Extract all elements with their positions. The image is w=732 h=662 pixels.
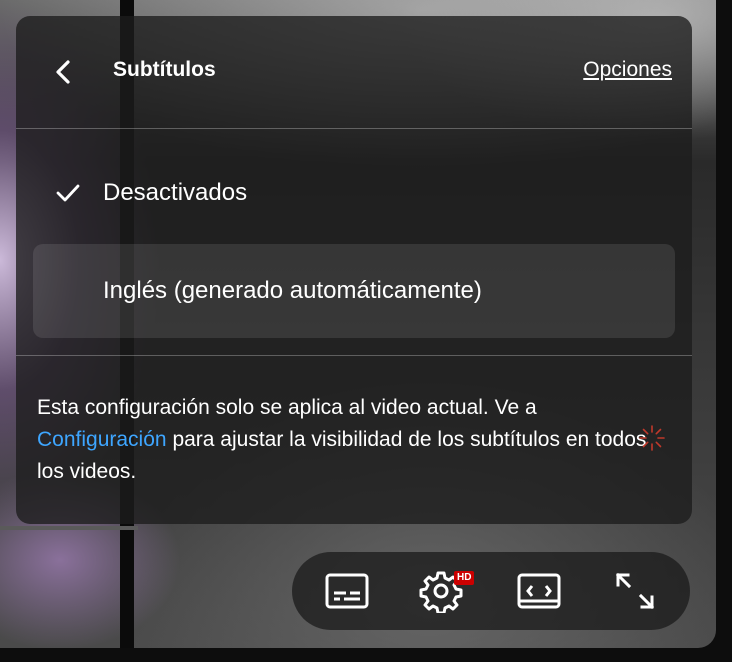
fullscreen-icon <box>615 572 655 610</box>
fullscreen-button[interactable] <box>612 569 658 613</box>
menu-item-english-auto[interactable]: Inglés (generado automáticamente) <box>33 244 675 338</box>
info-text: Esta configuración solo se aplica al vid… <box>37 392 677 488</box>
settings-link[interactable]: Configuración <box>37 428 167 451</box>
divider <box>16 355 692 356</box>
menu-item-off[interactable]: Desactivados <box>33 146 675 242</box>
menu-item-label: Desactivados <box>103 179 248 206</box>
menu-title: Subtítulos <box>113 58 216 81</box>
options-link[interactable]: Opciones <box>583 58 672 82</box>
subtitles-button[interactable] <box>324 569 370 613</box>
hd-badge: HD <box>454 571 475 585</box>
progress-bar[interactable] <box>0 526 138 530</box>
menu-item-label: Inglés (generado automáticamente) <box>103 277 482 304</box>
menu-header: Subtítulos Opciones <box>16 16 692 129</box>
info-text-before: Esta configuración solo se aplica al vid… <box>37 396 537 419</box>
theater-mode-button[interactable] <box>516 569 562 613</box>
subtitles-icon <box>325 573 369 609</box>
loading-spinner-icon <box>639 425 665 451</box>
chevron-left-icon <box>56 60 70 84</box>
subtitles-menu-panel: Subtítulos Opciones Desactivados Inglés … <box>16 16 692 524</box>
theater-mode-icon <box>517 573 561 609</box>
settings-button[interactable]: HD <box>418 569 475 615</box>
checkmark-icon <box>56 184 80 202</box>
back-button[interactable] <box>50 58 78 86</box>
player-controls: HD <box>292 552 690 630</box>
